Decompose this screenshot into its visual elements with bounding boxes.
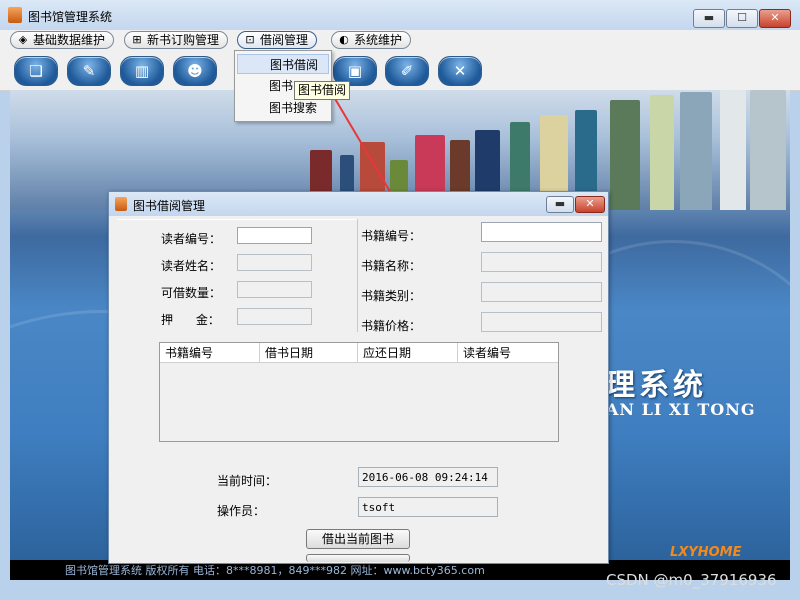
toolbar-book-info-button[interactable]: ❏ [14, 56, 58, 86]
table-header-book-id[interactable]: 书籍编号 [160, 343, 260, 363]
pen-icon: ✎ [82, 62, 96, 80]
watermark-text: CSDN @m0_37916936 [606, 571, 777, 589]
menu-item-book-borrow[interactable]: 图书借阅 [237, 54, 329, 74]
toolbar-exit-button[interactable]: ✕ [438, 56, 482, 86]
table-header-due-date[interactable]: 应还日期 [358, 343, 458, 363]
menu-basic-data[interactable]: ◈ 基础数据维护 [10, 31, 115, 49]
borrow-dialog: 图书借阅管理 ▬ ✕ 读者编号： 读者姓名： 可借数量： 押 金： 书籍编号： … [108, 191, 609, 564]
current-time-label: 当前时间： [217, 474, 278, 488]
minimize-button[interactable]: ▬ [693, 9, 725, 28]
book-open-icon: ❏ [29, 62, 43, 80]
system-title-fragment: 理系统 [605, 368, 707, 403]
footer-text: 图书馆管理系统 版权所有 电话：8***8981，849***982 网址：ww… [65, 564, 485, 577]
book-name-field [481, 252, 602, 272]
menu-label: 基础数据维护 [33, 33, 106, 47]
gear-icon: ◐ [339, 33, 349, 46]
reader-id-label: 读者编号： [161, 232, 222, 246]
book-id-input[interactable] [481, 222, 602, 242]
book-price-field [481, 312, 602, 332]
menu-system[interactable]: ◐ 系统维护 [331, 31, 412, 49]
close-button[interactable]: ✕ [759, 9, 791, 28]
card-icon: ✐ [400, 62, 414, 80]
reader-icon: ☻ [187, 62, 203, 80]
cube-icon: ◈ [18, 33, 28, 46]
reader-id-input[interactable] [237, 227, 312, 244]
toolbar-reader-button[interactable]: ☻ [173, 56, 217, 86]
title-bar: 图书馆管理系统 ▬ ☐ ✕ [0, 0, 800, 31]
borrow-quota-field [237, 281, 312, 298]
toolbar-card-button[interactable]: ✐ [385, 56, 429, 86]
menu-bar: ◈ 基础数据维护 ⊞ 新书订购管理 ⊡ 借阅管理 ◐ 系统维护 [0, 30, 800, 50]
table-header-borrow-date[interactable]: 借书日期 [260, 343, 358, 363]
reader-name-field [237, 254, 312, 271]
main-window: 图书馆管理系统 ▬ ☐ ✕ ◈ 基础数据维护 ⊞ 新书订购管理 ⊡ 借阅管理 ◐ 系统维… [0, 0, 800, 600]
operator-label: 操作员： [217, 504, 266, 518]
menu-label: 系统维护 [354, 33, 403, 47]
books-icon: ▥ [134, 62, 150, 80]
monitor-icon: ▣ [347, 62, 363, 80]
partial-button[interactable] [306, 554, 410, 562]
table-header-reader-id[interactable]: 读者编号 [458, 343, 558, 363]
deposit-field [237, 308, 312, 325]
deposit-label: 押 金： [161, 313, 220, 327]
exit-icon: ✕ [453, 62, 467, 80]
borrow-quota-label: 可借数量： [161, 286, 222, 300]
toolbar-edit-button[interactable]: ✎ [67, 56, 111, 86]
book-type-label: 书籍类别： [361, 289, 422, 303]
dialog-minimize-button[interactable]: ▬ [546, 196, 574, 213]
dialog-title-bar: 图书借阅管理 ▬ ✕ [109, 192, 608, 216]
menu-label: 借阅管理 [260, 33, 309, 47]
reader-name-label: 读者姓名： [161, 259, 222, 273]
maximize-button[interactable]: ☐ [726, 9, 758, 28]
toolbar: ❏ ✎ ▥ ☻ ▣ ✐ ✕ [0, 50, 800, 91]
java-cup-icon [115, 197, 127, 211]
window-title: 图书馆管理系统 [28, 10, 113, 24]
book-id-label: 书籍编号： [361, 229, 422, 243]
menu-borrow[interactable]: ⊡ 借阅管理 [237, 31, 318, 49]
panel-divider [357, 219, 358, 332]
book-type-field [481, 282, 602, 302]
current-time-field: 2016-06-08 09:24:14 [358, 467, 498, 487]
book-price-label: 书籍价格： [361, 319, 422, 333]
system-subtitle-fragment: AN LI XI TONG [606, 400, 756, 419]
operator-field: tsoft [358, 497, 498, 517]
lock-icon: ⊡ [245, 33, 255, 46]
menu-book-order[interactable]: ⊞ 新书订购管理 [124, 31, 229, 49]
dialog-close-button[interactable]: ✕ [575, 196, 605, 213]
cart-icon: ⊞ [132, 33, 142, 46]
borrow-book-button[interactable]: 借出当前图书 [306, 529, 410, 549]
book-name-label: 书籍名称： [361, 259, 422, 273]
toolbar-books-button[interactable]: ▥ [120, 56, 164, 86]
dialog-title: 图书借阅管理 [133, 199, 206, 213]
menu-item-book-search[interactable]: 图书搜索 [237, 98, 329, 118]
borrow-table[interactable]: 书籍编号 借书日期 应还日期 读者编号 [159, 342, 559, 442]
menu-label: 新书订购管理 [147, 33, 220, 47]
lxyhome-logo: LXYHOME [670, 545, 742, 560]
java-cup-icon [8, 7, 22, 23]
tooltip: 图书借阅 [294, 81, 351, 100]
